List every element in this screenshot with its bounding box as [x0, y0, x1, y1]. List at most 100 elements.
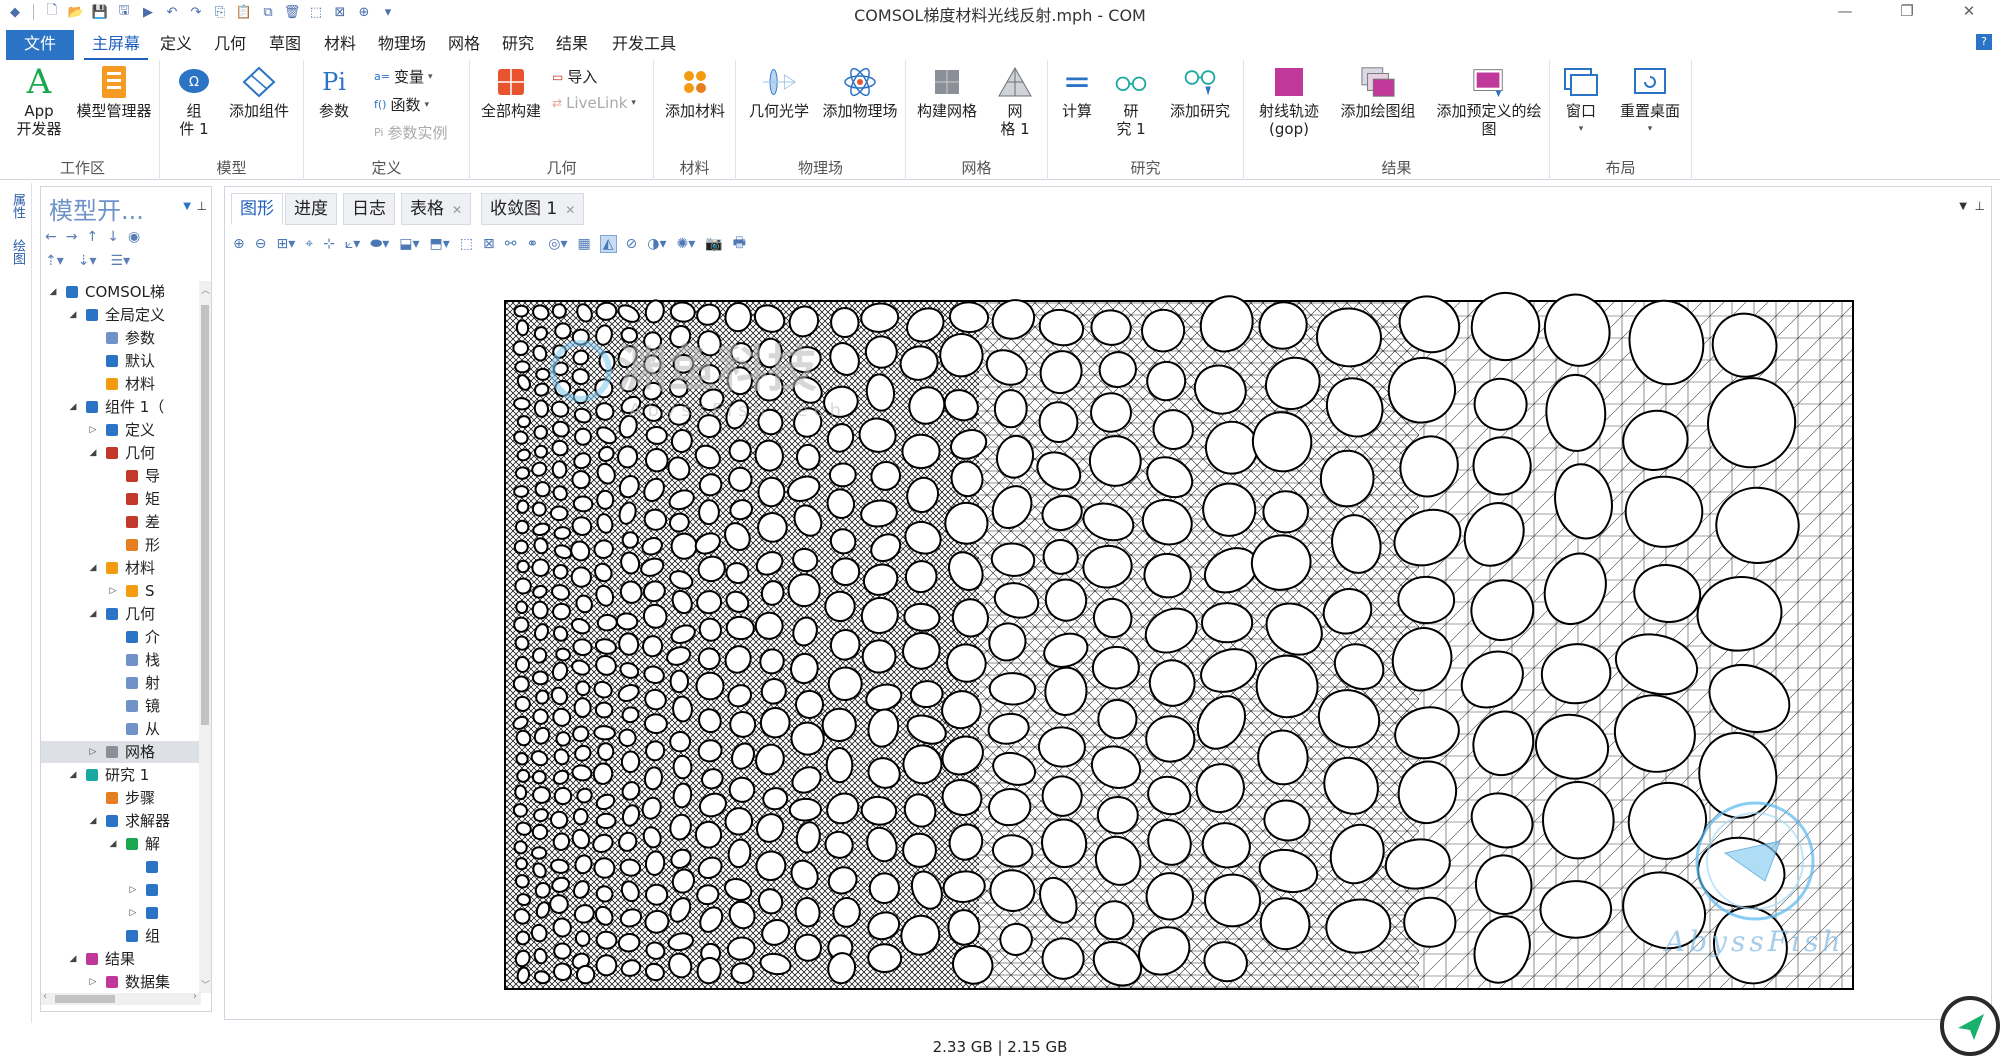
tree-node[interactable]: ◢ 全局定义 — [41, 304, 201, 326]
tree-node[interactable]: ◢ COMSOL梯 — [41, 281, 201, 303]
collapsed-toggle-icon[interactable]: ▷ — [87, 971, 99, 991]
windows-button[interactable]: 窗口 ▾ — [1558, 64, 1604, 138]
tree-node[interactable]: ◢ 解 — [41, 833, 201, 855]
expanded-toggle-icon[interactable]: ◢ — [67, 396, 79, 418]
box-deselect-icon[interactable]: ⊠ — [483, 236, 495, 252]
domain-select-icon[interactable]: ⬒▾ — [430, 236, 450, 252]
tree-node[interactable]: 参数 — [41, 327, 201, 349]
add-material-button[interactable]: 添加材料 — [660, 64, 730, 120]
help-icon[interactable]: ? — [1976, 34, 1992, 50]
tab-log[interactable]: 日志 — [343, 193, 395, 225]
tree-node[interactable]: ◢ 求解器 — [41, 810, 201, 832]
import-button[interactable]: ▭ 导入 — [552, 66, 597, 87]
tab-sketch[interactable]: 草图 — [265, 30, 305, 60]
view-icon[interactable]: ◎▾ — [548, 236, 567, 252]
tree-node[interactable]: 差 — [41, 511, 201, 533]
study1-button[interactable]: 研 究 1 — [1106, 64, 1156, 138]
tree-node[interactable]: 材料 — [41, 373, 201, 395]
expanded-toggle-icon[interactable]: ◢ — [87, 557, 99, 579]
tree-node[interactable]: ◢ 组件 1（ — [41, 396, 201, 418]
tree-node[interactable]: ▷ S — [41, 580, 201, 602]
camera-icon[interactable]: 📷 — [705, 236, 722, 252]
tree-node[interactable]: ◢ 几何 — [41, 442, 201, 464]
reset-desktop-button[interactable]: 重置桌面 ▾ — [1610, 64, 1690, 138]
tree-node[interactable]: 步骤 — [41, 787, 201, 809]
close-icon[interactable]: ✕ — [565, 203, 575, 217]
graphics-canvas[interactable]: 渊鱼科技 AbyssFish Tech AbyssFish — [225, 261, 1991, 1019]
tab-geometry[interactable]: 几何 — [210, 30, 250, 60]
collapsed-toggle-icon[interactable]: ▷ — [127, 879, 139, 901]
zoom-extents-icon[interactable]: ⌖ — [305, 236, 313, 252]
close-icon[interactable]: ✕ — [452, 203, 462, 217]
delete-icon[interactable]: 🗑 — [283, 3, 301, 21]
collapsed-toggle-icon[interactable]: ▷ — [127, 902, 139, 924]
tab-results[interactable]: 结果 — [552, 30, 592, 60]
zoom-in-icon[interactable]: ⊕ — [233, 236, 245, 252]
paste-icon[interactable]: 📋 — [235, 3, 253, 21]
scrollbar-thumb[interactable] — [201, 305, 209, 725]
tree-node[interactable]: 形 — [41, 534, 201, 556]
build-mesh-button[interactable]: 构建网格 — [912, 64, 982, 120]
tab-graphics[interactable]: 图形 — [231, 193, 283, 225]
side-tab-properties[interactable]: 属性 — [8, 193, 27, 219]
tree-vertical-scrollbar[interactable]: ︿ ﹀ — [199, 281, 211, 993]
more-dropdown-icon[interactable]: ▾ — [379, 3, 397, 21]
zoom-select-icon[interactable]: ⊕ — [355, 3, 373, 21]
arrow-down-icon[interactable]: ↓ — [107, 229, 119, 245]
scroll-left-icon[interactable]: ‹ — [43, 991, 47, 1002]
ray-trajectories-button[interactable]: 射线轨迹 (gop) — [1252, 64, 1326, 138]
box-select-icon[interactable]: ⬚ — [460, 236, 473, 252]
open-folder-icon[interactable]: 📂 — [67, 3, 85, 21]
side-tab-plot[interactable]: 绘图 — [8, 239, 27, 265]
app-builder-button[interactable]: A App 开发器 — [14, 64, 64, 138]
undo-icon[interactable]: ↶ — [163, 3, 181, 21]
add-study-button[interactable]: 添加研究 — [1160, 64, 1240, 120]
visibility-icon[interactable]: ⚭ — [527, 236, 539, 252]
selection-mode-icon[interactable]: ⬓▾ — [399, 236, 419, 252]
tree-node[interactable]: ◢ 材料 — [41, 557, 201, 579]
tab-developer[interactable]: 开发工具 — [608, 30, 680, 60]
hide-icon[interactable]: ⚯ — [505, 236, 517, 252]
copy-icon[interactable]: ⎘ — [211, 3, 229, 21]
tab-progress[interactable]: 进度 — [285, 193, 337, 225]
tab-physics[interactable]: 物理场 — [374, 30, 430, 60]
panel-menu-icon[interactable]: ▼ — [183, 201, 191, 212]
scroll-right-icon[interactable]: › — [193, 991, 197, 1002]
tab-definitions[interactable]: 定义 — [156, 30, 196, 60]
compute-button[interactable]: = 计算 — [1054, 64, 1100, 120]
tree-node[interactable]: ▷ 数据集 — [41, 971, 201, 991]
tree-node[interactable]: 镜 — [41, 695, 201, 717]
zoom-box-icon[interactable]: ⊞▾ — [276, 236, 295, 252]
tree-node[interactable]: ◢ 研究 1 — [41, 764, 201, 786]
clear-selection-icon[interactable]: ⊠ — [331, 3, 349, 21]
restore-button[interactable]: ❐ — [1876, 0, 1938, 24]
tree-node[interactable]: 默认 — [41, 350, 201, 372]
variables-button[interactable]: a= 变量 ▾ — [374, 66, 433, 87]
collapse-tree-icon[interactable]: ⇣▾ — [78, 253, 97, 269]
arrow-up-icon[interactable]: ↑ — [86, 229, 98, 245]
grid-icon[interactable]: ▦ — [577, 236, 590, 252]
print-icon[interactable]: 🖶 — [733, 232, 746, 256]
run-icon[interactable]: ▶ — [139, 3, 157, 21]
tree-node[interactable]: ▷ — [41, 879, 201, 901]
new-file-icon[interactable]: 🗋 — [43, 3, 61, 21]
tree-node[interactable]: 导 — [41, 465, 201, 487]
expanded-toggle-icon[interactable]: ◢ — [87, 442, 99, 464]
expanded-toggle-icon[interactable]: ◢ — [67, 948, 79, 970]
add-component-button[interactable]: 添加组件 — [222, 64, 296, 120]
select-object-icon[interactable]: ⬬▾ — [370, 236, 389, 252]
tab-table[interactable]: 表格 ✕ — [401, 193, 472, 225]
tree-node[interactable]: ◢ 几何 — [41, 603, 201, 625]
pin-icon[interactable]: ⊥ — [1975, 199, 1985, 213]
parameter-case-button[interactable]: Pi 参数实例 — [374, 122, 447, 143]
tree-node[interactable]: ▷ — [41, 902, 201, 924]
tree-node[interactable]: ◢ 结果 — [41, 948, 201, 970]
arrow-left-icon[interactable]: ← — [45, 229, 57, 245]
expanded-toggle-icon[interactable]: ◢ — [67, 304, 79, 326]
expanded-toggle-icon[interactable]: ◢ — [67, 764, 79, 786]
scroll-up-icon[interactable]: ︿ — [201, 283, 210, 296]
panel-menu-icon[interactable]: ▼ — [1959, 201, 1967, 212]
select-icon[interactable]: ⬚ — [307, 3, 325, 21]
axis-icon[interactable]: ⟀▾ — [345, 236, 360, 252]
component-button[interactable]: Ω 组 件 1 — [174, 64, 214, 138]
